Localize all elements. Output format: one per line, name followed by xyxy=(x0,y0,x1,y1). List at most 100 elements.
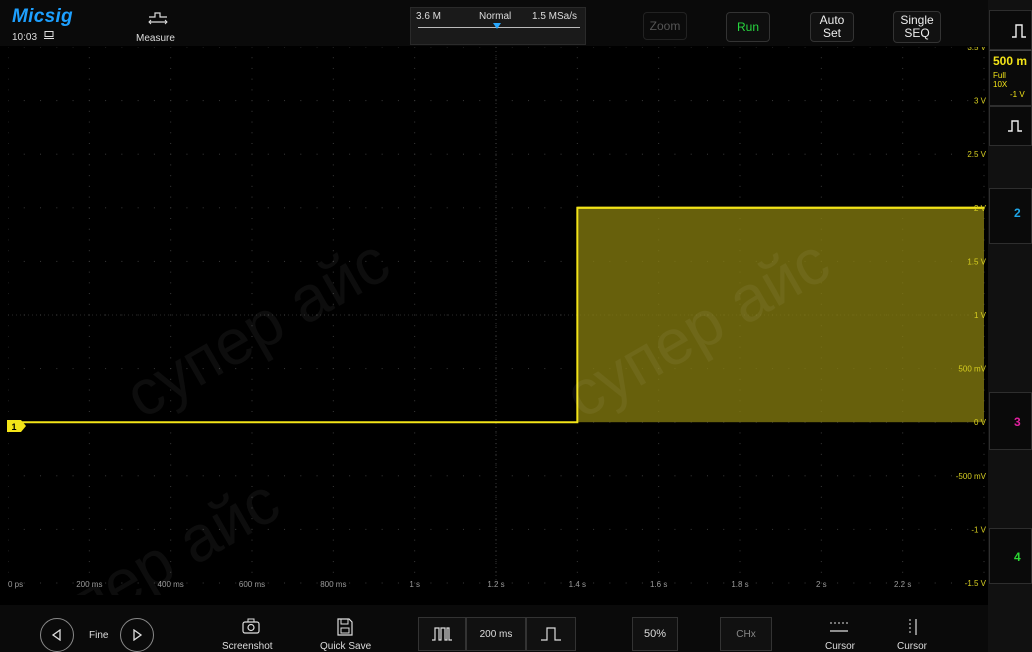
grid-dot xyxy=(414,389,416,391)
grid-dot xyxy=(983,443,985,445)
grid-dot xyxy=(739,132,741,134)
grid-dot xyxy=(349,582,351,584)
ch1-trigger-edge-button[interactable] xyxy=(989,106,1032,146)
grid-dot xyxy=(170,164,172,166)
grid-dot xyxy=(788,528,790,530)
grid-dot xyxy=(8,57,9,59)
grid-dot xyxy=(462,475,464,477)
channel-3-button[interactable] xyxy=(989,392,1032,450)
grid-dot xyxy=(983,496,985,498)
vertical-cursor-icon[interactable] xyxy=(906,618,920,636)
grid-dot xyxy=(414,164,416,166)
fine-increase-button[interactable] xyxy=(120,618,154,652)
grid-dot xyxy=(349,153,351,155)
zoom-button[interactable]: Zoom xyxy=(643,12,687,40)
grid-dot xyxy=(8,325,9,327)
quick-save-button-label[interactable]: Quick Save xyxy=(320,641,371,652)
grid-dot xyxy=(88,153,90,155)
grid-dot xyxy=(23,260,25,262)
grid-dot xyxy=(137,475,139,477)
grid-dot xyxy=(170,325,172,327)
grid-dot xyxy=(170,432,172,434)
grid-dot xyxy=(869,475,871,477)
camera-icon[interactable] xyxy=(242,618,260,634)
run-stop-button[interactable]: Run xyxy=(726,12,770,42)
trigger-position-marker[interactable] xyxy=(493,23,501,29)
channel-4-button[interactable] xyxy=(989,528,1032,584)
single-pulse-button[interactable] xyxy=(526,617,576,651)
horizontal-cursor-label[interactable]: Cursor xyxy=(825,641,855,652)
single-seq-button[interactable]: Single SEQ xyxy=(893,11,941,43)
horizontal-cursor-icon[interactable] xyxy=(828,620,850,634)
grid-dot xyxy=(414,293,416,295)
grid-dot xyxy=(739,453,741,455)
grid-dot xyxy=(8,293,9,295)
vertical-cursor-label[interactable]: Cursor xyxy=(897,641,927,652)
grid-dot xyxy=(153,153,155,155)
grid-dot xyxy=(170,89,172,91)
grid-dot xyxy=(495,164,497,166)
measure-button-label[interactable]: Measure xyxy=(136,33,175,44)
ch1-ground-marker[interactable]: 1 xyxy=(6,419,28,433)
grid-dot xyxy=(72,260,74,262)
grid-dot xyxy=(560,153,562,155)
fine-decrease-button[interactable] xyxy=(40,618,74,652)
grid-dot xyxy=(739,110,741,112)
grid-dot xyxy=(186,475,188,477)
grid-dot xyxy=(690,100,692,102)
x-tick-label: 1.6 s xyxy=(650,580,667,589)
grid-dot xyxy=(8,185,9,187)
grid-dot xyxy=(72,368,74,370)
measure-icon[interactable] xyxy=(148,10,168,26)
grid-dot xyxy=(576,57,578,59)
grid-dot xyxy=(72,528,74,530)
grid-dot xyxy=(40,100,42,102)
grid-dot xyxy=(202,153,204,155)
grid-dot xyxy=(658,164,660,166)
watermark-text: супер айс xyxy=(8,464,291,595)
grid-dot xyxy=(170,196,172,198)
save-disk-icon[interactable] xyxy=(337,618,353,636)
grid-dot xyxy=(365,475,367,477)
grid-dot xyxy=(88,528,90,530)
grid-dot xyxy=(885,47,887,48)
grid-dot xyxy=(511,475,513,477)
grid-dot xyxy=(950,100,952,102)
grid-dot xyxy=(8,410,9,412)
grid-dot xyxy=(88,260,90,262)
grid-dot xyxy=(430,314,432,316)
grid-dot xyxy=(820,443,822,445)
pulse-train-button[interactable] xyxy=(418,617,466,651)
grid-dot xyxy=(918,528,920,530)
trigger-50-percent-button[interactable]: 50% xyxy=(632,617,678,651)
grid-dot xyxy=(576,496,578,498)
grid-dot xyxy=(902,443,904,445)
grid-dot xyxy=(902,561,904,563)
x-tick-label: 2 s xyxy=(816,580,827,589)
auto-set-label-line1: Auto xyxy=(819,13,845,27)
channel-2-label: 2 xyxy=(1014,206,1021,220)
grid-dot xyxy=(576,571,578,573)
grid-dot xyxy=(414,346,416,348)
grid-dot xyxy=(170,282,172,284)
timebase-display[interactable]: 200 ms xyxy=(466,617,526,651)
grid-dot xyxy=(739,175,741,177)
trigger-type-button[interactable] xyxy=(989,10,1032,50)
grid-dot xyxy=(658,153,660,155)
grid-dot xyxy=(820,561,822,563)
grid-dot xyxy=(560,582,562,584)
channel-2-button[interactable] xyxy=(989,188,1032,244)
screenshot-button-label[interactable]: Screenshot xyxy=(222,641,273,652)
grid-dot xyxy=(479,47,481,48)
grid-dot xyxy=(706,528,708,530)
grid-dot xyxy=(56,475,58,477)
channel-select-button[interactable]: CHx xyxy=(720,617,772,651)
grid-dot xyxy=(983,196,985,198)
grid-dot xyxy=(88,67,90,69)
grid-dot xyxy=(170,142,172,144)
grid-dot xyxy=(332,496,334,498)
auto-set-button[interactable]: Auto Set xyxy=(810,12,854,42)
grid-dot xyxy=(105,100,107,102)
grid-dot xyxy=(56,207,58,209)
waveform-display[interactable]: 0 ps 200 ms 400 ms 600 ms 800 ms 1 s 1.2 s 1.4 … xyxy=(8,47,988,595)
